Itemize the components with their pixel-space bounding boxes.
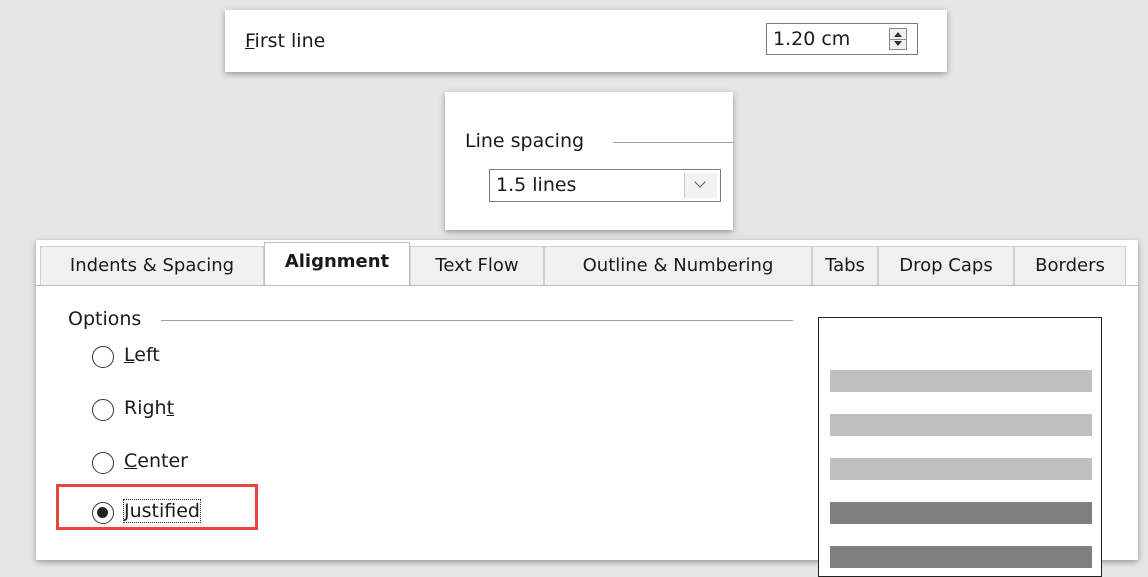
line-spacing-panel: Line spacing 1.5 lines — [445, 92, 733, 230]
spin-separator — [890, 39, 906, 40]
alignment-preview — [818, 317, 1102, 577]
tab-text-flow[interactable]: Text Flow — [410, 246, 544, 286]
first-line-panel: First line 1.20 cm — [225, 10, 947, 72]
spin-buttons[interactable] — [889, 28, 907, 50]
justified-highlight-box — [56, 484, 258, 530]
tab-alignment[interactable]: Alignment — [264, 242, 410, 288]
first-line-label-accel: F — [245, 30, 255, 52]
preview-line — [830, 414, 1092, 436]
chevron-down-icon — [694, 176, 706, 188]
tab-bar: Indents & Spacing Alignment Text Flow Ou… — [36, 240, 1138, 288]
first-line-value[interactable]: 1.20 cm — [773, 28, 850, 50]
tab-tabs[interactable]: Tabs — [812, 246, 878, 286]
first-line-label-rest: irst line — [254, 30, 326, 52]
line-spacing-dropdown[interactable]: 1.5 lines — [489, 169, 721, 202]
radio-center-button[interactable] — [92, 452, 114, 474]
tab-borders[interactable]: Borders — [1014, 246, 1126, 286]
radio-left-button[interactable] — [92, 346, 114, 368]
first-line-label: First line — [245, 30, 325, 52]
options-rule — [161, 320, 793, 321]
options-legend: Options — [68, 308, 150, 330]
radio-right-button[interactable] — [92, 399, 114, 421]
preview-line — [830, 502, 1092, 524]
radio-right-label[interactable]: Right — [124, 397, 174, 419]
spin-down-icon[interactable] — [894, 41, 902, 46]
tab-outline-numbering[interactable]: Outline & Numbering — [544, 246, 812, 286]
paragraph-dialog-panel: Indents & Spacing Alignment Text Flow Ou… — [36, 240, 1138, 577]
spin-up-icon[interactable] — [894, 32, 902, 37]
preview-line — [830, 546, 1092, 568]
preview-line — [830, 458, 1092, 480]
first-line-spinbox[interactable]: 1.20 cm — [766, 23, 918, 55]
preview-line — [830, 370, 1092, 392]
radio-center-label[interactable]: Center — [124, 450, 188, 472]
dropdown-button[interactable] — [684, 173, 717, 198]
line-spacing-legend: Line spacing — [465, 130, 593, 152]
line-spacing-rule — [613, 142, 733, 143]
radio-left-label[interactable]: Left — [124, 344, 160, 366]
line-spacing-value[interactable]: 1.5 lines — [496, 174, 576, 196]
tab-indents-spacing[interactable]: Indents & Spacing — [40, 246, 264, 286]
tab-drop-caps[interactable]: Drop Caps — [878, 246, 1014, 286]
alignment-tab-content: Options Left Right Center Justified — [36, 286, 1138, 577]
